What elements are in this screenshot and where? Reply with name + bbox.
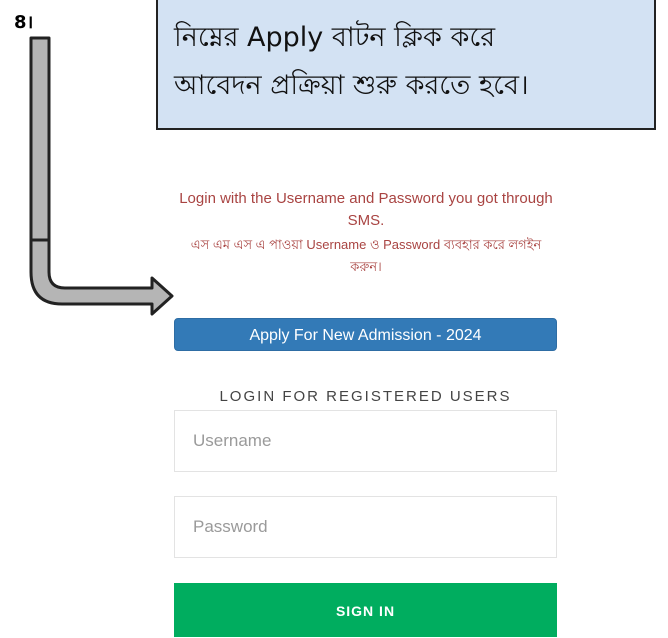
password-input[interactable] (174, 496, 557, 558)
notice-english: Login with the Username and Password you… (179, 190, 553, 229)
sign-in-button[interactable]: SIGN IN (174, 583, 557, 637)
bent-arrow-icon (29, 36, 174, 316)
username-input[interactable] (174, 410, 557, 472)
callout-line-1: নিম্নের Apply বাটন ক্লিক করে (174, 22, 496, 53)
callout-line-2: আবেদন প্রক্রিয়া শুরু করতে হবে। (174, 70, 529, 101)
apply-new-admission-button[interactable]: Apply For New Admission - 2024 (174, 318, 557, 351)
instruction-callout: নিম্নের Apply বাটন ক্লিক করে আবেদন প্রক্… (156, 0, 656, 130)
login-heading: LOGIN FOR REGISTERED USERS (219, 388, 512, 405)
login-notice: Login with the Username and Password you… (174, 188, 558, 278)
notice-bangla: এস এম এস এ পাওয়া Username ও Password ব্… (190, 237, 542, 274)
